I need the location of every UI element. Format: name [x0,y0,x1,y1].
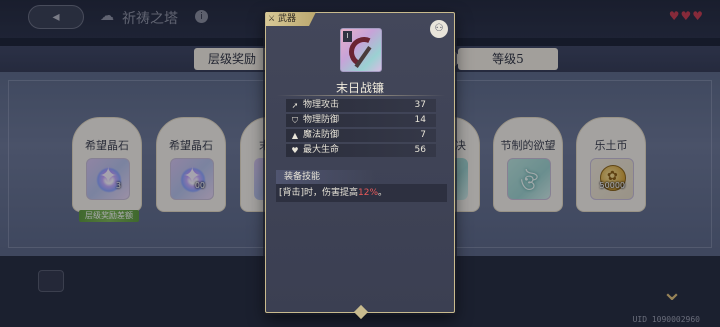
uid-label: UID 1090002960 [632,315,700,324]
tower-icon: ☁ [100,8,114,24]
stat-name: 物理攻击 [303,100,340,110]
divider [276,95,446,96]
category-label: 武器 [278,14,297,24]
skill-value: 12% [358,188,379,198]
reward-card[interactable]: 希望晶石 00 [156,117,226,212]
stat-value: 37 [414,100,426,110]
skill-description: [背击]时，伤害提高12%。 [276,184,447,202]
info-icon[interactable]: i [195,10,208,23]
hat-stat-icon: ▲ [291,131,299,140]
share-button[interactable]: ⚇ [430,20,448,38]
reward-qty: 3 [115,181,121,190]
reward-card-title: 希望晶石 [169,139,213,152]
reward-icon-box: 3 [86,158,130,200]
item-detail-popup: ⚔ 武器 I ⚇ 末日战镰 ➚ 物理攻击 37 ⛉ 物理防御 14 ▲ 魔法防御… [265,12,455,313]
item-icon-frame: I [340,28,384,72]
stat-row: ♥ 最大生命 56 [286,144,436,157]
hearts-indicator: ♥♥♥ [668,9,704,23]
stat-row: ▲ 魔法防御 7 [286,129,436,142]
item-name: 末日战镰 [335,81,384,95]
back-arrow-icon: ◂ [52,9,60,25]
heart-stat-icon: ♥ [291,146,299,155]
stat-name: 物理防御 [303,115,340,125]
sword-icon: ⚔ [268,14,276,23]
stat-row: ➚ 物理攻击 37 [286,99,436,112]
stats-list: ➚ 物理攻击 37 ⛉ 物理防御 14 ▲ 魔法防御 7 ♥ 最大生命 56 [286,99,436,159]
reward-qty: 50000 [599,181,625,190]
stat-value: 56 [414,145,426,155]
skill-text-end: 。 [378,188,388,198]
reward-icon-box: ঔ [507,158,551,200]
reward-card[interactable]: 乐土币 50000 [576,117,646,212]
stat-value: 14 [414,115,426,125]
camera-button[interactable] [38,270,64,292]
stat-row: ⛉ 物理防御 14 [286,114,436,127]
reward-card-title: 节制的欲望 [500,139,556,152]
back-button[interactable]: ◂ [28,5,84,29]
category-badge: ⚔ 武器 [266,12,316,26]
chevron-down-icon[interactable]: ⌄ [657,279,687,305]
tab-level[interactable]: 等级5 [458,48,558,70]
stat-name: 魔法防御 [303,130,340,140]
reward-card[interactable]: 希望晶石 3 [72,117,142,212]
reward-icon-box: 50000 [590,158,634,200]
reward-card-title: 乐土币 [594,139,628,152]
page-title: 祈祷之塔 [122,11,178,27]
relic-icon: ঔ [520,171,539,196]
popup-ornament [348,307,374,319]
reward-icon-box: 00 [170,158,214,200]
rank-badge: I [343,31,352,42]
sword-stat-icon: ➚ [291,101,299,110]
stat-name: 最大生命 [303,145,340,155]
reward-card-title: 决 [455,139,466,152]
shield-stat-icon: ⛉ [292,116,298,125]
bonus-tag: 层级奖励差额 [79,210,139,222]
reward-card-title: 希望晶石 [85,139,129,152]
skill-text: [背击]时，伤害提高 [279,188,359,198]
skill-header: 装备技能 [276,170,376,184]
reward-card[interactable]: 节制的欲望 ঔ [493,117,563,212]
reward-qty: 00 [194,181,205,190]
stat-value: 7 [420,130,426,140]
